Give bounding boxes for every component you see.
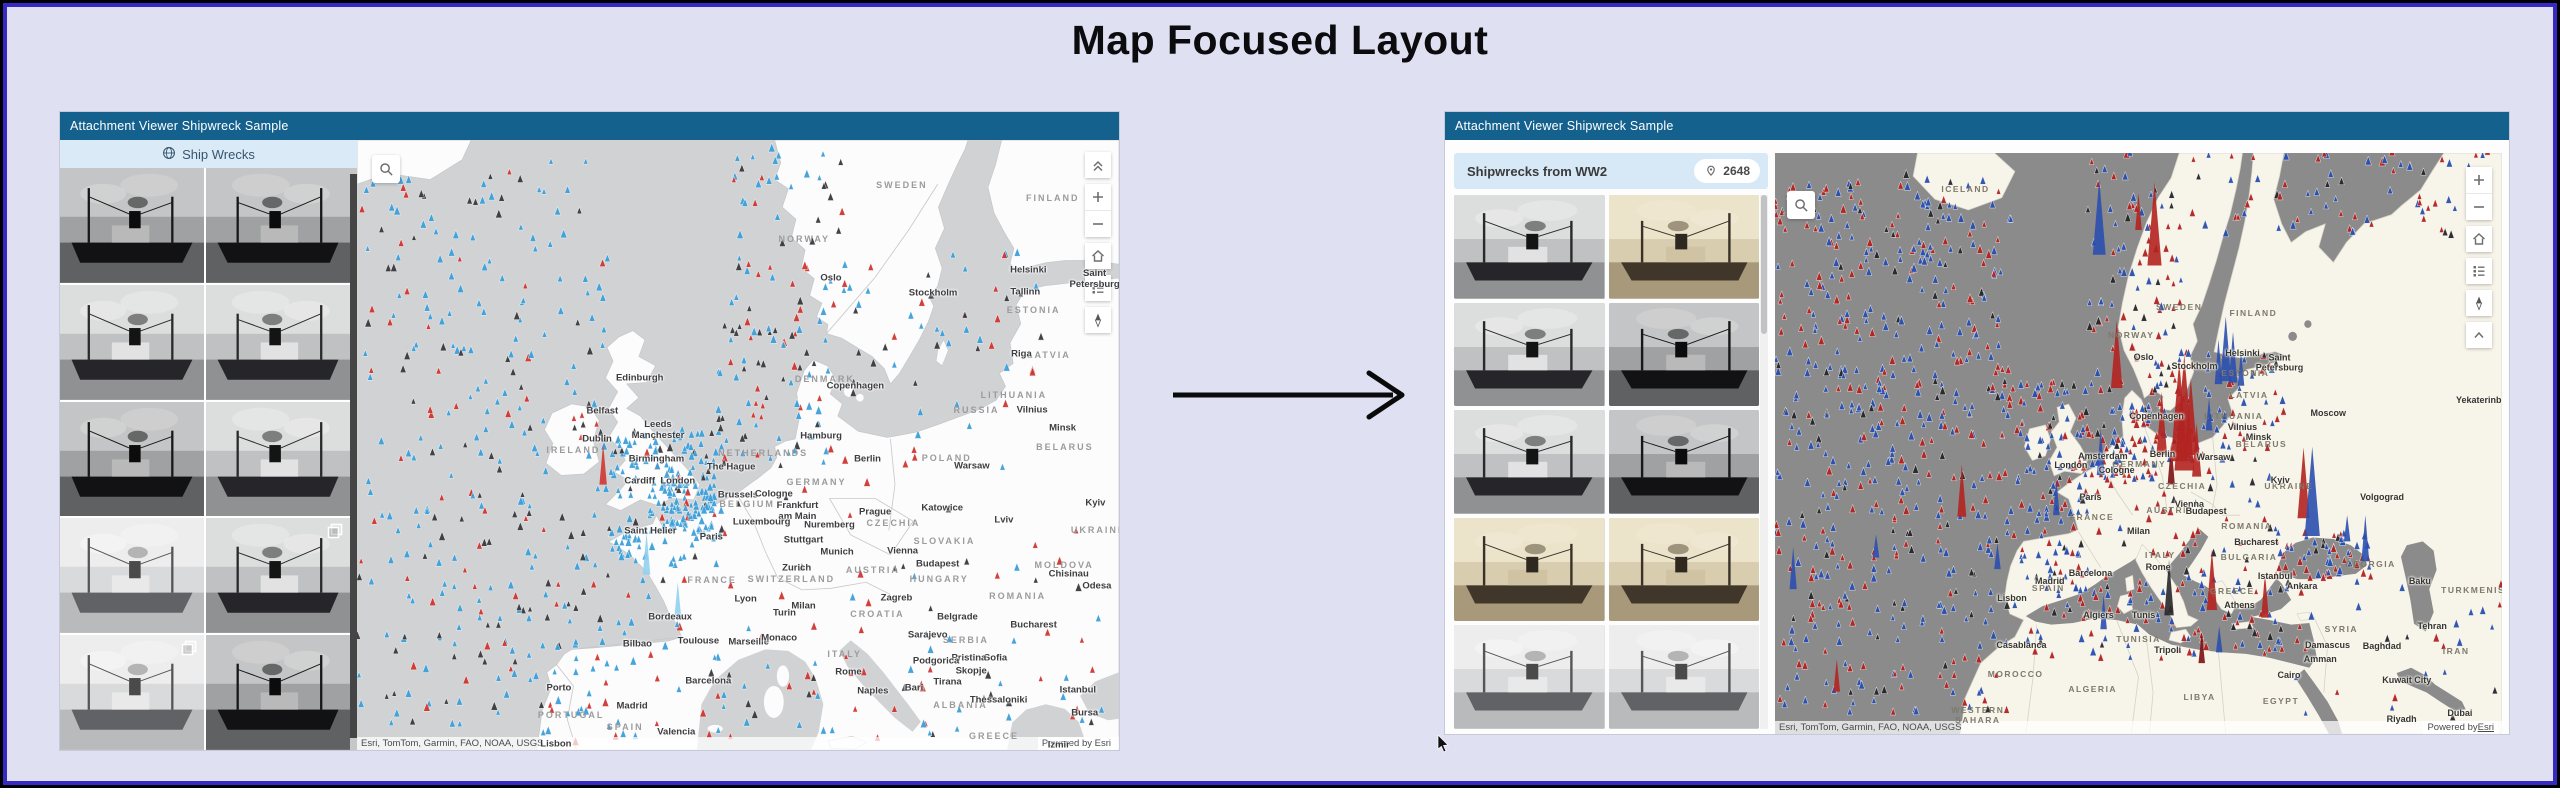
- shipwreck-photo[interactable]: [60, 635, 204, 750]
- panel-title: Ship Wrecks: [182, 146, 255, 162]
- legend-button[interactable]: [1085, 275, 1111, 301]
- page-frame: Map Focused Layout Attachment Viewer Shi…: [3, 3, 2557, 785]
- shipwreck-photo[interactable]: [60, 401, 204, 517]
- shipwreck-photo[interactable]: [1608, 625, 1759, 729]
- shipwreck-photo[interactable]: [1608, 302, 1759, 407]
- map-view[interactable]: Esri, TomTom, Garmin, FAO, NOAA, USGS Po…: [1775, 153, 2502, 734]
- collapse-button[interactable]: [1085, 152, 1111, 178]
- attachment-viewer-app-after: Attachment Viewer Shipwreck Sample Shipw…: [1444, 111, 2510, 735]
- panel-title: Shipwrecks from WW2: [1467, 163, 1608, 179]
- shipwreck-photo[interactable]: [206, 518, 350, 634]
- shipwreck-photo[interactable]: [60, 168, 204, 283]
- shipwreck-photo[interactable]: [1454, 410, 1605, 514]
- page-title: Map Focused Layout: [1071, 17, 1489, 63]
- feature-count-badge: 2648: [1694, 159, 1760, 183]
- feature-count: 2648: [1723, 164, 1750, 178]
- photo-gallery: [60, 168, 357, 750]
- shipwreck-photo[interactable]: [1608, 195, 1759, 299]
- powered-by-esri-link[interactable]: Powered by Esri: [2423, 721, 2498, 734]
- mouse-cursor: [1437, 734, 1451, 758]
- chevron-up-button[interactable]: [2466, 322, 2492, 348]
- shipwreck-photo[interactable]: [60, 518, 204, 634]
- shipwreck-photo[interactable]: [206, 168, 350, 283]
- powered-by-esri-link[interactable]: Powered by Esri: [1037, 737, 1115, 750]
- shipwreck-photo[interactable]: [1608, 410, 1759, 514]
- shipwreck-photo[interactable]: [1454, 195, 1605, 299]
- photo-gallery: [1454, 195, 1768, 729]
- shipwreck-photo[interactable]: [1454, 302, 1605, 407]
- photo-sidebar: Shipwrecks from WW2 2648: [1454, 153, 1768, 729]
- shipwreck-photo[interactable]: [206, 284, 350, 400]
- attachment-viewer-app-before: Attachment Viewer Shipwreck Sample Ship …: [59, 111, 1120, 751]
- sidebar-scrollbar[interactable]: [1760, 195, 1768, 729]
- panel-header: Ship Wrecks: [60, 140, 357, 168]
- shipwreck-photo[interactable]: [1454, 517, 1605, 622]
- map-attribution: Esri, TomTom, Garmin, FAO, NOAA, USGS Po…: [357, 737, 1119, 750]
- compass-button[interactable]: [1085, 307, 1111, 333]
- search-button[interactable]: [372, 155, 400, 183]
- transform-arrow: [1165, 363, 1423, 432]
- home-button[interactable]: [1085, 243, 1111, 269]
- app-header: Attachment Viewer Shipwreck Sample: [60, 112, 1119, 140]
- shipwreck-photo[interactable]: [206, 635, 350, 750]
- zoom-in-button[interactable]: [2466, 167, 2492, 193]
- shipwreck-photo[interactable]: [206, 401, 350, 517]
- photo-sidebar: Ship Wrecks: [60, 140, 357, 750]
- webmap-icon: [162, 146, 176, 163]
- panel-header: Shipwrecks from WW2 2648: [1454, 153, 1768, 189]
- app-title: Attachment Viewer Shipwreck Sample: [70, 119, 289, 133]
- compass-button[interactable]: [2466, 290, 2492, 316]
- sidebar-scrollbar[interactable]: [350, 168, 357, 750]
- map-view[interactable]: Esri, TomTom, Garmin, FAO, NOAA, USGS Po…: [357, 140, 1119, 750]
- home-button[interactable]: [2466, 226, 2492, 252]
- map-controls: [1085, 152, 1111, 333]
- shipwreck-photo[interactable]: [1608, 517, 1759, 622]
- zoom-in-button[interactable]: [1085, 184, 1111, 210]
- attribution-text: Esri, TomTom, Garmin, FAO, NOAA, USGS: [361, 738, 544, 749]
- shipwreck-photo[interactable]: [60, 284, 204, 400]
- map-attribution: Esri, TomTom, Garmin, FAO, NOAA, USGS Po…: [1775, 721, 2502, 734]
- legend-button[interactable]: [2466, 258, 2492, 284]
- search-button[interactable]: [1787, 191, 1815, 219]
- zoom-out-button[interactable]: [2466, 193, 2492, 220]
- app-header: Attachment Viewer Shipwreck Sample: [1445, 112, 2509, 140]
- multiple-attachments-icon: [181, 640, 197, 656]
- app-title: Attachment Viewer Shipwreck Sample: [1455, 119, 1674, 133]
- attribution-text: Esri, TomTom, Garmin, FAO, NOAA, USGS: [1779, 722, 1962, 733]
- zoom-out-button[interactable]: [1085, 210, 1111, 237]
- multiple-attachments-icon: [327, 523, 343, 539]
- map-controls: [2466, 167, 2492, 348]
- shipwreck-photo[interactable]: [1454, 625, 1605, 729]
- features-icon: [1707, 165, 1716, 176]
